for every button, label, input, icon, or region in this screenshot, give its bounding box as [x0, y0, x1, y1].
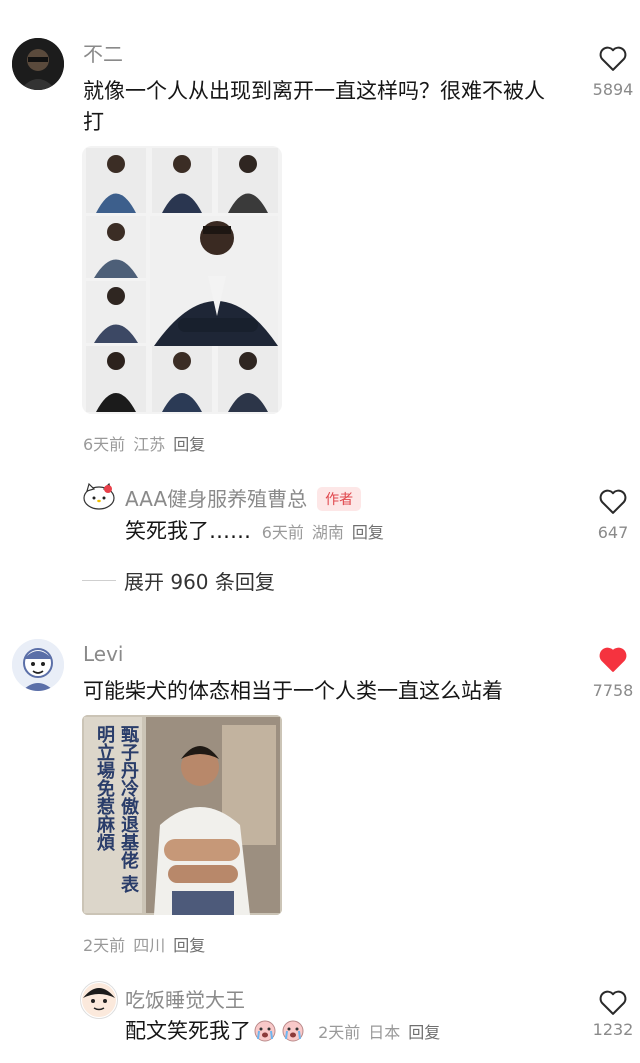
- comment-image[interactable]: [82, 146, 282, 414]
- reply-location: 日本: [368, 1023, 401, 1042]
- cartoon-character-avatar-icon: [12, 639, 64, 691]
- comment-location: 四川: [133, 936, 166, 955]
- crying-face-emoji-icon: [254, 1020, 304, 1042]
- comment-meta: 6天前 江苏 回复: [83, 431, 205, 455]
- image-caption: 甄子丹冷傲退基佬 表明立場免惹麻煩: [94, 725, 139, 894]
- like-count: 7758: [592, 681, 634, 700]
- comment-date: 6天前: [83, 435, 126, 454]
- cartoon-face-avatar-icon: [82, 983, 116, 1017]
- cartoon-face-avatar[interactable]: [80, 981, 118, 1019]
- reply-date: 6天前: [261, 523, 304, 542]
- comment-username[interactable]: 不二: [83, 38, 123, 67]
- heart-outline-icon: [599, 990, 627, 1015]
- reply-location: 湖南: [311, 523, 344, 542]
- comment-location: 江苏: [133, 435, 166, 454]
- like-button[interactable]: 647: [583, 487, 640, 542]
- author-badge: 作者: [317, 487, 362, 511]
- expand-divider: [82, 580, 116, 581]
- reply-username[interactable]: 吃饭睡觉大王: [125, 984, 245, 1013]
- like-button[interactable]: 5894: [583, 44, 640, 99]
- reply-button[interactable]: 回复: [173, 936, 205, 955]
- comment-date: 2天前: [83, 936, 126, 955]
- heart-outline-icon: [599, 46, 627, 71]
- reply-date: 2天前: [318, 1023, 361, 1042]
- avatar-photo-icon: [12, 38, 64, 90]
- user-avatar[interactable]: [12, 38, 64, 90]
- like-count: 5894: [592, 80, 634, 99]
- comment-text: 就像一个人从出现到离开一直这样吗？很难不被人打: [83, 79, 545, 134]
- hello-kitty-avatar-icon: [83, 482, 115, 510]
- user-avatar[interactable]: [12, 639, 64, 691]
- reply-button[interactable]: 回复: [173, 435, 205, 454]
- reply-button[interactable]: 回复: [352, 523, 384, 542]
- like-button[interactable]: 7758: [583, 645, 640, 700]
- group-portrait-photo: [82, 146, 282, 414]
- like-count: 647: [597, 523, 629, 542]
- heart-outline-icon: [599, 489, 627, 514]
- reply-username[interactable]: AAA健身服养殖曹总 作者: [125, 483, 362, 512]
- like-count: 1232: [592, 1020, 634, 1039]
- reply-text: 配文笑死我了: [125, 1019, 251, 1043]
- hello-kitty-avatar[interactable]: [82, 482, 116, 510]
- comment-username[interactable]: Levi: [83, 642, 124, 666]
- like-button[interactable]: 1232: [583, 988, 640, 1039]
- comment-text: 可能柴犬的体态相当于一个人类一直这么站着: [83, 679, 503, 703]
- reply-body: 笑死我了…… 6天前 湖南 回复: [125, 516, 384, 548]
- comment-meta: 2天前 四川 回复: [83, 932, 205, 956]
- reply-button[interactable]: 回复: [408, 1023, 440, 1042]
- expand-replies-label: 展开 960 条回复: [124, 570, 275, 594]
- comment-image[interactable]: 甄子丹冷傲退基佬 表明立場免惹麻煩: [82, 715, 282, 915]
- reply-text: 笑死我了……: [125, 519, 251, 543]
- reply-username-text: AAA健身服养殖曹总: [125, 487, 308, 511]
- reply-body: 配文笑死我了 2天前 日本 回复: [125, 1016, 440, 1052]
- crying-face-emoji: [253, 1019, 309, 1052]
- heart-filled-icon: [599, 647, 627, 672]
